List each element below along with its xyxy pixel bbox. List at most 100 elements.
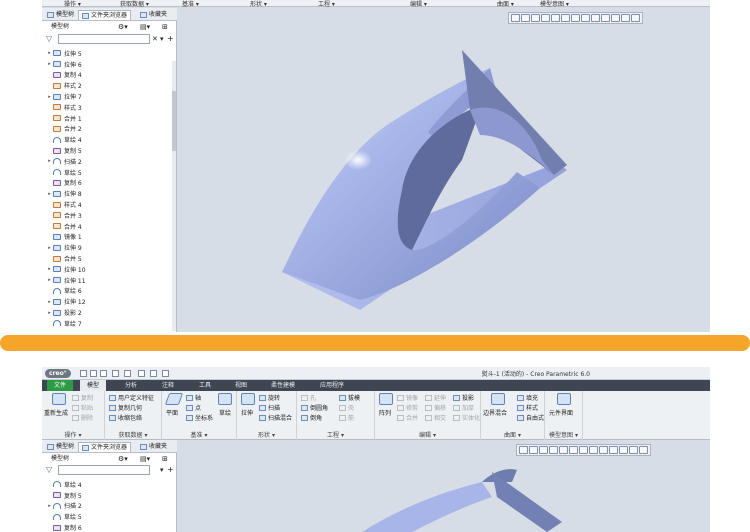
csys-button[interactable]: 坐标系 — [186, 413, 213, 422]
delete-button[interactable]: 删除 — [72, 413, 93, 422]
tab-applications[interactable]: 应用程序 — [320, 380, 344, 391]
tab-model-tree[interactable]: 模型树 — [44, 442, 77, 452]
tree-item[interactable]: 复制 6 — [46, 178, 166, 189]
repaint-icon[interactable] — [541, 14, 550, 22]
tree-item[interactable]: ▸ 拉伸 6 — [46, 59, 166, 70]
display-style-icon[interactable] — [551, 14, 560, 22]
tree-item[interactable]: ▸ 扫描 2 — [46, 501, 166, 512]
tree-item[interactable]: 合并 3 — [46, 210, 166, 221]
tree-search-input[interactable] — [58, 34, 150, 44]
expand-arrow-icon[interactable]: ▸ — [46, 299, 53, 305]
tab-folder-browser[interactable]: 文件夹浏览器 — [78, 10, 132, 20]
boundary-blend-icon[interactable] — [491, 393, 505, 405]
expand-arrow-icon[interactable]: ▸ — [46, 50, 53, 56]
group-label-engineering[interactable]: 工程 ▾ — [297, 430, 374, 439]
tree-item[interactable]: 样式 4 — [46, 199, 166, 210]
axis-button[interactable]: 轴 — [186, 393, 201, 402]
tab-file[interactable]: 文件 — [47, 380, 74, 391]
tab-flexible-modeling[interactable]: 柔性建模 — [271, 380, 295, 391]
pattern-icon[interactable] — [379, 393, 393, 405]
group-label-engineering[interactable]: 工程 ▾ — [318, 0, 335, 8]
tree-scroll-thumb[interactable] — [172, 91, 176, 151]
refit-icon[interactable] — [511, 14, 520, 22]
tree-item[interactable]: 草绘 6 — [46, 286, 166, 297]
tree-settings-icon[interactable]: ⚙▾ — [118, 454, 128, 465]
group-label-operations[interactable]: 操作 ▾ — [42, 430, 104, 439]
tree-item[interactable]: 样式 3 — [46, 102, 166, 113]
group-label-model-intent[interactable]: 模型意图 ▾ — [540, 0, 569, 8]
group-label-get-data[interactable]: 获取数据 ▾ — [105, 430, 161, 439]
tab-folder-browser[interactable]: 文件夹浏览器 — [78, 442, 132, 452]
copy-geometry-button[interactable]: 复制几何 — [109, 403, 142, 412]
pattern-button[interactable]: 阵列 — [379, 408, 391, 417]
group-label-get-data[interactable]: 获取数据 ▾ — [120, 0, 149, 8]
open-file-icon[interactable] — [90, 370, 97, 377]
tab-view[interactable]: 视图 — [235, 380, 247, 391]
section-icon[interactable] — [631, 14, 640, 22]
perspective-icon[interactable] — [581, 14, 590, 22]
solidify-button[interactable]: 实体化 — [453, 413, 480, 422]
tree-item[interactable]: 样式 2 — [46, 80, 166, 91]
paste-button[interactable]: 粘贴 — [72, 403, 93, 412]
zoom-in-icon[interactable] — [529, 446, 538, 454]
tab-model[interactable]: 模型 — [80, 380, 107, 391]
copy-button[interactable]: 复制 — [72, 393, 93, 402]
tree-item[interactable]: 复制 5 — [46, 490, 166, 501]
display-style-icon[interactable] — [559, 446, 568, 454]
thicken-button[interactable]: 加厚 — [453, 403, 474, 412]
tab-model-tree[interactable]: 模型树 — [44, 10, 77, 20]
sketch-button[interactable]: 草绘 — [219, 408, 231, 417]
iron-3d-model[interactable] — [342, 462, 602, 532]
perspective-icon[interactable] — [589, 446, 598, 454]
tree-settings-icon[interactable]: ⚙▾ — [118, 22, 128, 33]
tree-item[interactable]: ▸ 拉伸 10 — [46, 264, 166, 275]
tree-item[interactable]: 合并 4 — [46, 221, 166, 232]
shell-button[interactable]: 壳 — [339, 403, 354, 412]
sketch-icon[interactable] — [218, 393, 232, 405]
group-label-operations[interactable]: 操作 ▾ — [64, 0, 81, 8]
plane-button[interactable]: 平面 — [166, 408, 178, 417]
tree-item[interactable]: 复制 6 — [46, 522, 166, 532]
save-icon[interactable] — [100, 370, 107, 377]
expand-arrow-icon[interactable]: ▸ — [46, 277, 53, 283]
tree-expand-icon[interactable]: ⊞ — [162, 22, 168, 33]
view-manager-icon[interactable] — [571, 14, 580, 22]
tree-scrollbar[interactable] — [172, 61, 176, 331]
annotation-display-icon[interactable] — [609, 446, 618, 454]
view-manager-icon[interactable] — [579, 446, 588, 454]
offset-button[interactable]: 偏移 — [425, 403, 446, 412]
tree-item[interactable]: ▸ 拉伸 9 — [46, 242, 166, 253]
annotation-display-icon[interactable] — [601, 14, 610, 22]
group-label-editing[interactable]: 编辑 ▾ — [375, 430, 480, 439]
plane-icon[interactable] — [164, 393, 184, 405]
tree-columns-icon[interactable]: ▤▾ — [140, 22, 150, 33]
expand-arrow-icon[interactable]: ▸ — [46, 94, 53, 100]
tree-item[interactable]: 草绘 5 — [46, 511, 166, 522]
tree-item[interactable]: 合并 1 — [46, 113, 166, 124]
tree-item[interactable]: 复制 5 — [46, 145, 166, 156]
chevron-down-icon[interactable]: ▾ — [160, 465, 164, 475]
expand-arrow-icon[interactable]: ▸ — [46, 61, 53, 67]
add-filter-icon[interactable]: + — [167, 34, 174, 44]
repaint-icon[interactable] — [549, 446, 558, 454]
project-button[interactable]: 投影 — [453, 393, 474, 402]
add-filter-icon[interactable]: + — [167, 465, 174, 475]
tab-favorites[interactable]: 收藏夹 — [137, 442, 170, 452]
merge-button[interactable]: 合并 — [397, 413, 418, 422]
extrude-icon[interactable] — [241, 393, 255, 405]
freestyle-button[interactable]: 自由式 — [517, 413, 544, 422]
group-label-model-intent[interactable]: 模型意图 ▾ — [545, 430, 582, 439]
component-interface-button[interactable]: 元件界面 — [549, 408, 573, 417]
datum-display-icon[interactable] — [591, 14, 600, 22]
refit-icon[interactable] — [519, 446, 528, 454]
tree-item[interactable]: ▸ 拉伸 8 — [46, 188, 166, 199]
spin-center-icon[interactable] — [611, 14, 620, 22]
hole-button[interactable]: 孔 — [301, 393, 316, 402]
tree-item[interactable]: ▸ 拉伸 11 — [46, 275, 166, 286]
draft-button[interactable]: 拔模 — [339, 393, 360, 402]
tree-item[interactable]: ▸ 拉伸 12 — [46, 296, 166, 307]
chevron-down-icon[interactable]: ▾ — [160, 34, 164, 44]
expand-arrow-icon[interactable]: ▸ — [46, 158, 53, 164]
zoom-out-icon[interactable] — [531, 14, 540, 22]
component-interface-icon[interactable] — [557, 393, 571, 405]
